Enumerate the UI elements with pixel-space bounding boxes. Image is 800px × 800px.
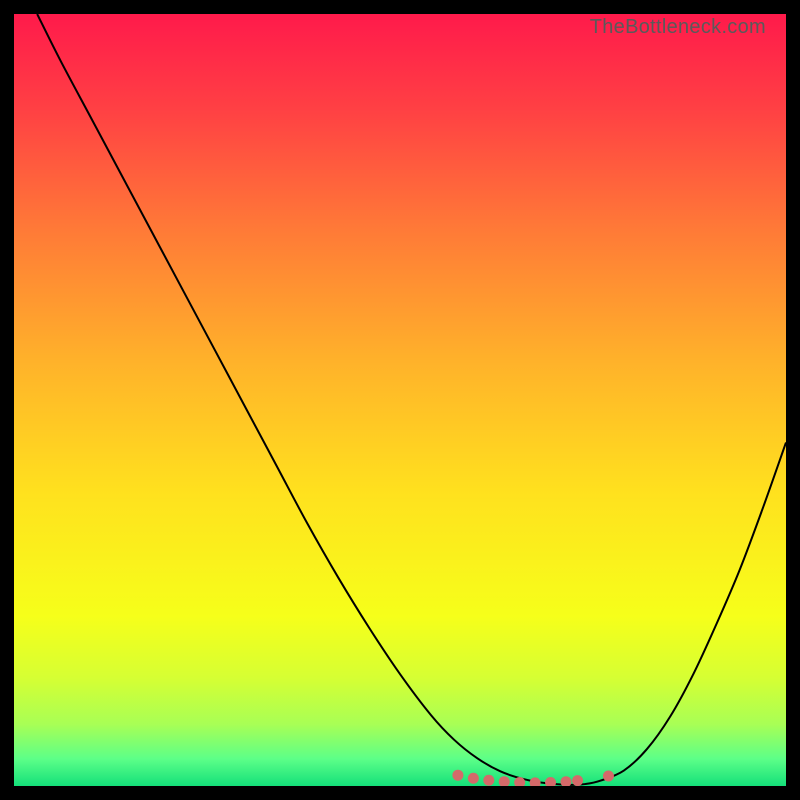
gradient-background xyxy=(14,14,786,786)
chart-svg xyxy=(14,14,786,786)
sweet-spot-point xyxy=(572,775,583,786)
chart-frame: TheBottleneck.com xyxy=(14,14,786,786)
sweet-spot-point xyxy=(483,775,494,786)
sweet-spot-point xyxy=(468,773,479,784)
sweet-spot-point xyxy=(603,770,614,781)
sweet-spot-point xyxy=(452,770,463,781)
watermark-text: TheBottleneck.com xyxy=(590,16,766,39)
